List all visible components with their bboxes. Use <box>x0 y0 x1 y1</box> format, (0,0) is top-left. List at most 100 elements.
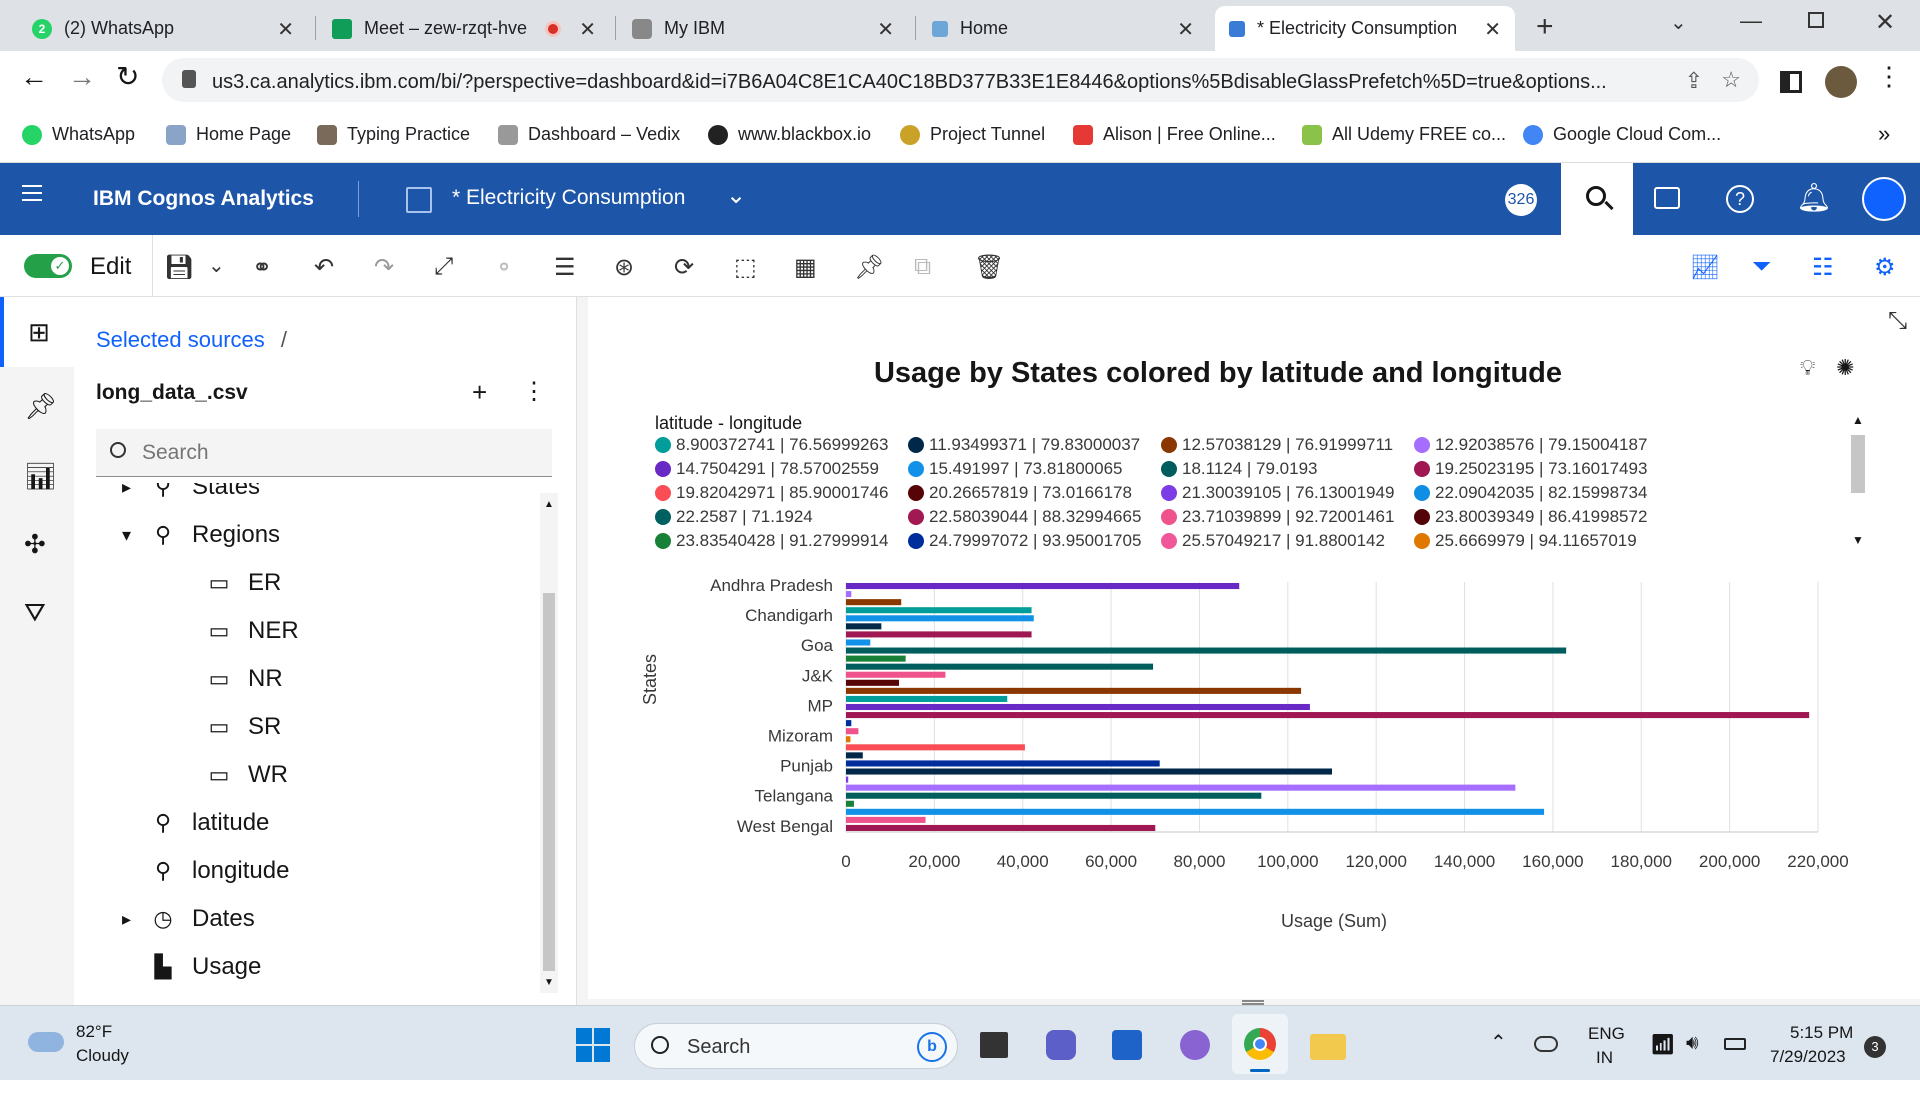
close-tab-icon[interactable]: ✕ <box>1484 17 1501 42</box>
legend-item[interactable]: 22.58039044 | 88.32994665 <box>908 507 1141 527</box>
caret-right-icon[interactable]: ▸ <box>122 909 131 930</box>
table-icon[interactable]: ▦ <box>794 253 817 282</box>
messages-icon[interactable] <box>1654 187 1680 209</box>
bookmark-vedix[interactable]: Dashboard – Vedix <box>498 124 680 145</box>
close-window-button[interactable]: ✕ <box>1875 8 1895 37</box>
widgets-icon[interactable]: ✣ <box>24 529 46 560</box>
store-icon[interactable] <box>1112 1030 1142 1060</box>
duplicate-icon[interactable]: ⧉ <box>914 253 931 281</box>
wifi-icon[interactable]: 📶︎ <box>1650 1032 1675 1057</box>
bookmark-typing-practice[interactable]: Typing Practice <box>317 124 470 145</box>
product-name[interactable]: IBM Cognos Analytics <box>93 187 314 211</box>
profile-avatar[interactable] <box>1825 66 1857 98</box>
legend-item[interactable]: 23.71039899 | 92.72001461 <box>1161 507 1394 527</box>
user-avatar[interactable] <box>1862 177 1906 221</box>
fullscreen-icon[interactable]: ⤢ <box>434 253 453 281</box>
refresh-icon[interactable]: ⟳ <box>674 253 694 282</box>
tab-my-ibm[interactable]: My IBM ✕ <box>618 6 908 51</box>
battery-icon[interactable] <box>1724 1038 1746 1050</box>
share-icon[interactable]: ⚭ <box>252 253 272 282</box>
data-sources-icon[interactable]: ⊞ <box>0 297 74 367</box>
close-tab-icon[interactable]: ✕ <box>1177 17 1194 42</box>
breadcrumb-selected-sources[interactable]: Selected sources <box>96 327 265 352</box>
legend-item[interactable]: 22.2587 | 71.1924 <box>655 507 813 527</box>
collapse-icon[interactable]: ⤡ <box>1888 307 1907 335</box>
tree-item-er[interactable]: ▭ ER <box>204 569 282 597</box>
tab-meet[interactable]: Meet – zew-rzqt-hve ✕ <box>318 6 610 51</box>
start-windows-icon[interactable] <box>576 1028 610 1062</box>
chevron-down-icon[interactable]: ⌄ <box>208 253 225 278</box>
legend-item[interactable]: 18.1124 | 79.0193 <box>1161 459 1318 479</box>
select-icon[interactable]: ⬚ <box>734 253 757 282</box>
language-in[interactable]: IN <box>1596 1048 1613 1068</box>
visualizations-icon[interactable]: 📊︎ <box>24 461 57 492</box>
meet-app-icon[interactable] <box>1046 1030 1076 1060</box>
tab-electricity[interactable]: * Electricity Consumption ✕ <box>1215 6 1515 51</box>
close-tab-icon[interactable]: ✕ <box>579 17 596 42</box>
tree-item-ner[interactable]: ▭ NER <box>204 617 299 645</box>
onedrive-icon[interactable] <box>1534 1036 1558 1052</box>
hamburger-menu-icon[interactable] <box>22 185 42 201</box>
more-bookmarks-icon[interactable]: » <box>1878 121 1890 147</box>
new-tab-button[interactable]: + <box>1536 10 1554 44</box>
legend-item[interactable]: 15.491997 | 73.81800065 <box>908 459 1123 479</box>
legend-item[interactable]: 8.900372741 | 76.56999263 <box>655 435 888 455</box>
url-field[interactable]: us3.ca.analytics.ibm.com/bi/?perspective… <box>162 58 1759 102</box>
bookmark-home-page[interactable]: Home Page <box>166 124 291 145</box>
fields-icon[interactable]: ☷ <box>1812 253 1834 282</box>
legend-item[interactable]: 20.26657819 | 73.0166178 <box>908 483 1132 503</box>
visualization-icon[interactable]: 📈︎ <box>1690 253 1720 282</box>
legend-item[interactable]: 21.30039105 | 76.13001949 <box>1161 483 1394 503</box>
notification-count[interactable]: 3 <box>1864 1036 1886 1058</box>
tree-item-longitude[interactable]: ⚲ longitude <box>122 857 289 885</box>
legend-item[interactable]: 12.92038576 | 79.15004187 <box>1414 435 1647 455</box>
star-icon[interactable]: ☆ <box>1721 67 1741 93</box>
legend-item[interactable]: 23.80039349 | 86.41998572 <box>1414 507 1647 527</box>
menu-kebab-icon[interactable]: ⋮ <box>1876 61 1902 92</box>
bing-icon[interactable]: b <box>917 1032 947 1062</box>
help-icon[interactable]: ? <box>1726 185 1754 213</box>
clock-time[interactable]: 5:15 PM <box>1790 1023 1853 1043</box>
chrome-icon[interactable] <box>1232 1014 1288 1074</box>
search-input[interactable] <box>142 439 522 467</box>
legend-item[interactable]: 22.09042035 | 82.15998734 <box>1414 483 1647 503</box>
properties-icon[interactable]: ⚙︎ <box>1874 253 1896 282</box>
assistant-icon[interactable]: ⛛ <box>24 597 46 629</box>
language-eng[interactable]: ENG <box>1588 1024 1625 1044</box>
legend-item[interactable]: 19.82042971 | 85.90001746 <box>655 483 888 503</box>
forward-icon[interactable]: → <box>68 61 96 93</box>
caret-down-icon[interactable]: ▾ <box>122 525 131 546</box>
volume-icon[interactable]: 🔊︎ <box>1686 1032 1699 1055</box>
pin-icon[interactable]: 📌︎ <box>24 391 57 422</box>
clock-date[interactable]: 7/29/2023 <box>1770 1047 1846 1067</box>
taskbar-search[interactable]: Search b <box>634 1023 958 1069</box>
edit-toggle[interactable]: ✓ <box>24 254 72 278</box>
dashboard-title[interactable]: * Electricity Consumption <box>452 186 685 210</box>
link-icon[interactable]: ⚬ <box>494 253 514 282</box>
file-explorer-icon[interactable] <box>1310 1034 1346 1060</box>
tab-home[interactable]: Home ✕ <box>918 6 1208 51</box>
tree-item-usage[interactable]: ▙ Usage <box>122 953 262 981</box>
caret-right-icon[interactable]: ▸ <box>122 483 131 498</box>
legend-scrollbar[interactable]: ▲ ▼ <box>1846 413 1870 553</box>
pin-icon[interactable]: 📌︎ <box>854 253 884 282</box>
insights-bulb-icon[interactable]: 💡︎ <box>1800 355 1815 381</box>
bookmark-udemy[interactable]: All Udemy FREE co... <box>1302 124 1506 145</box>
bookmark-google-cloud[interactable]: Google Cloud Com... <box>1523 124 1721 145</box>
sidebar-toggle-icon[interactable] <box>1780 71 1802 93</box>
task-view-icon[interactable] <box>980 1032 1008 1058</box>
tab-search-icon[interactable]: ⌄ <box>1670 10 1687 35</box>
align-icon[interactable]: ☰ <box>554 253 576 282</box>
delete-icon[interactable]: 🗑︎ <box>974 253 1004 282</box>
settings-sparkle-icon[interactable]: ✺ <box>1836 355 1854 381</box>
show-hidden-icons[interactable]: ⌃ <box>1490 1030 1507 1055</box>
close-tab-icon[interactable]: ✕ <box>277 17 294 42</box>
tree-scrollbar[interactable]: ▲ ▼ <box>540 493 558 993</box>
tree-item-regions[interactable]: ▾ ⚲ Regions <box>122 521 280 549</box>
legend-item[interactable]: 11.93499371 | 79.83000037 <box>908 435 1140 455</box>
chevron-down-icon[interactable]: ⌄ <box>726 181 746 210</box>
bookmark-alison[interactable]: Alison | Free Online... <box>1073 124 1276 145</box>
back-icon[interactable]: ← <box>20 61 48 93</box>
weather-cloud-icon[interactable] <box>28 1032 64 1052</box>
restore-button[interactable] <box>1808 12 1824 28</box>
